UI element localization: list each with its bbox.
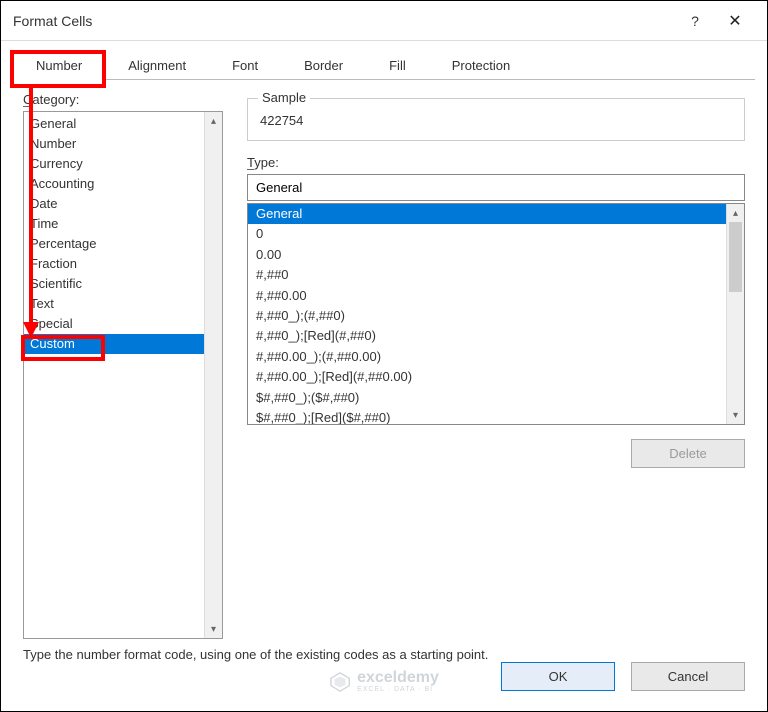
- category-item-time[interactable]: Time: [24, 214, 204, 234]
- type-listbox[interactable]: General 0 0.00 #,##0 #,##0.00 #,##0_);(#…: [247, 203, 745, 425]
- category-item-general[interactable]: General: [24, 114, 204, 134]
- category-label: Category:: [23, 92, 223, 107]
- tab-underline: [13, 79, 755, 80]
- sample-value: 422754: [260, 113, 732, 128]
- scroll-up-icon[interactable]: ▴: [205, 112, 222, 130]
- type-item[interactable]: $#,##0_);($#,##0): [248, 388, 726, 408]
- type-label: Type:: [247, 155, 745, 170]
- sample-group: Sample 422754: [247, 98, 745, 141]
- format-cells-dialog: Format Cells ? ✕ Number Alignment Font B…: [0, 0, 768, 712]
- close-icon[interactable]: ✕: [715, 11, 755, 31]
- type-item[interactable]: #,##0.00_);(#,##0.00): [248, 347, 726, 367]
- type-item[interactable]: #,##0.00_);[Red](#,##0.00): [248, 367, 726, 387]
- tabs: Number Alignment Font Border Fill Protec…: [1, 41, 767, 80]
- tab-font[interactable]: Font: [209, 51, 281, 80]
- category-item-date[interactable]: Date: [24, 194, 204, 214]
- category-item-percentage[interactable]: Percentage: [24, 234, 204, 254]
- delete-button: Delete: [631, 439, 745, 468]
- type-items: General 0 0.00 #,##0 #,##0.00 #,##0_);(#…: [248, 204, 726, 424]
- cancel-button[interactable]: Cancel: [631, 662, 745, 691]
- type-item[interactable]: $#,##0_);[Red]($#,##0): [248, 408, 726, 424]
- type-item[interactable]: #,##0_);(#,##0): [248, 306, 726, 326]
- category-item-special[interactable]: Special: [24, 314, 204, 334]
- scroll-up-icon[interactable]: ▴: [727, 204, 744, 222]
- ok-button[interactable]: OK: [501, 662, 615, 691]
- tab-fill[interactable]: Fill: [366, 51, 429, 80]
- sample-legend: Sample: [258, 90, 310, 105]
- category-listbox[interactable]: General Number Currency Accounting Date …: [23, 111, 223, 639]
- category-item-number[interactable]: Number: [24, 134, 204, 154]
- type-input[interactable]: [247, 174, 745, 201]
- category-scrollbar[interactable]: ▴ ▾: [204, 112, 222, 638]
- help-icon[interactable]: ?: [675, 13, 715, 29]
- type-item[interactable]: 0: [248, 224, 726, 244]
- hint-text: Type the number format code, using one o…: [1, 647, 767, 662]
- tab-number[interactable]: Number: [13, 51, 105, 80]
- category-item-accounting[interactable]: Accounting: [24, 174, 204, 194]
- delete-row: Delete: [247, 439, 745, 468]
- type-item[interactable]: General: [248, 204, 726, 224]
- type-scrollbar[interactable]: ▴ ▾: [726, 204, 744, 424]
- scroll-thumb[interactable]: [729, 222, 742, 292]
- tab-alignment[interactable]: Alignment: [105, 51, 209, 80]
- dialog-footer: OK Cancel: [1, 662, 767, 711]
- tab-protection[interactable]: Protection: [429, 51, 534, 80]
- type-item[interactable]: 0.00: [248, 245, 726, 265]
- type-item[interactable]: #,##0_);[Red](#,##0): [248, 326, 726, 346]
- category-item-currency[interactable]: Currency: [24, 154, 204, 174]
- scroll-down-icon[interactable]: ▾: [205, 620, 222, 638]
- category-item-custom[interactable]: Custom: [24, 334, 204, 354]
- category-panel: Category: General Number Currency Accoun…: [23, 92, 223, 639]
- format-detail-panel: Sample 422754 Type: General 0 0.00 #,##0…: [247, 92, 745, 639]
- titlebar: Format Cells ? ✕: [1, 1, 767, 41]
- category-item-scientific[interactable]: Scientific: [24, 274, 204, 294]
- type-item[interactable]: #,##0: [248, 265, 726, 285]
- dialog-title: Format Cells: [13, 13, 675, 29]
- tab-content: Category: General Number Currency Accoun…: [1, 80, 767, 647]
- tab-border[interactable]: Border: [281, 51, 366, 80]
- category-items: General Number Currency Accounting Date …: [24, 112, 204, 638]
- category-item-text[interactable]: Text: [24, 294, 204, 314]
- category-item-fraction[interactable]: Fraction: [24, 254, 204, 274]
- scroll-down-icon[interactable]: ▾: [727, 406, 744, 424]
- type-item[interactable]: #,##0.00: [248, 286, 726, 306]
